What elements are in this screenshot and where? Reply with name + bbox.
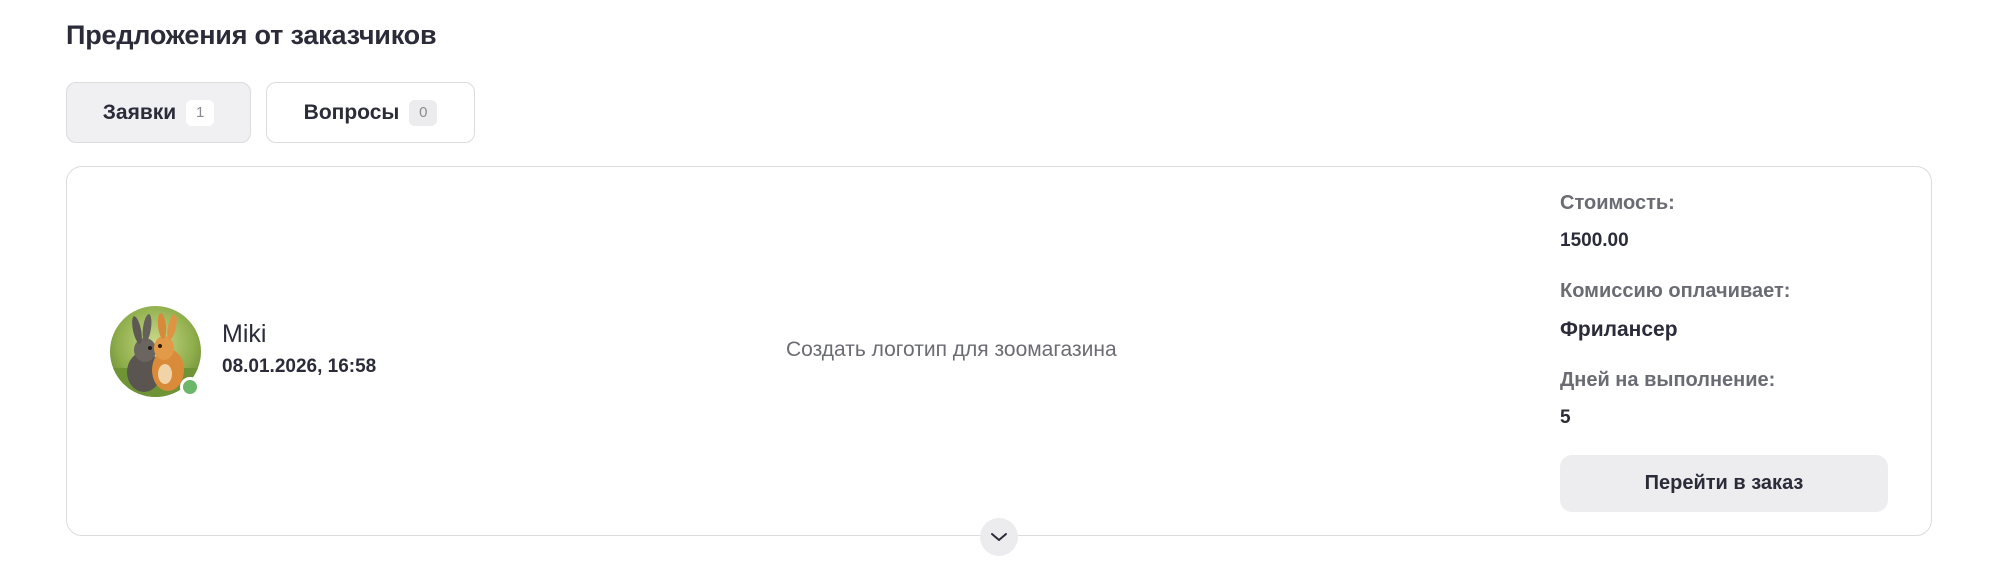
tab-questions[interactable]: Вопросы 0 [266, 82, 475, 143]
expand-toggle[interactable] [980, 518, 1018, 556]
task-title: Создать логотип для зоомагазина [786, 338, 1117, 361]
tab-requests-count: 1 [186, 99, 215, 126]
tab-requests[interactable]: Заявки 1 [66, 82, 251, 143]
go-to-order-button[interactable]: Перейти в заказ [1560, 455, 1888, 512]
commission-label: Комиссию оплачивает: [1560, 280, 1791, 302]
user-name[interactable]: Miki [222, 320, 266, 349]
tab-requests-label: Заявки [102, 100, 177, 124]
section-title: Предложения от заказчиков [66, 20, 437, 50]
cost-label: Стоимость: [1560, 192, 1675, 214]
days-value: 5 [1560, 407, 1571, 428]
online-status-dot [180, 377, 200, 397]
tab-questions-label: Вопросы [303, 100, 400, 124]
commission-value: Фрилансер [1560, 318, 1678, 341]
tab-questions-count: 0 [409, 99, 438, 126]
cost-value: 1500.00 [1560, 230, 1629, 251]
offers-page: Предложения от заказчиков Заявки 1 Вопро… [0, 0, 2000, 576]
chevron-down-icon [991, 533, 1007, 541]
days-label: Дней на выполнение: [1560, 369, 1776, 391]
offer-datetime: 08.01.2026, 16:58 [222, 356, 377, 377]
